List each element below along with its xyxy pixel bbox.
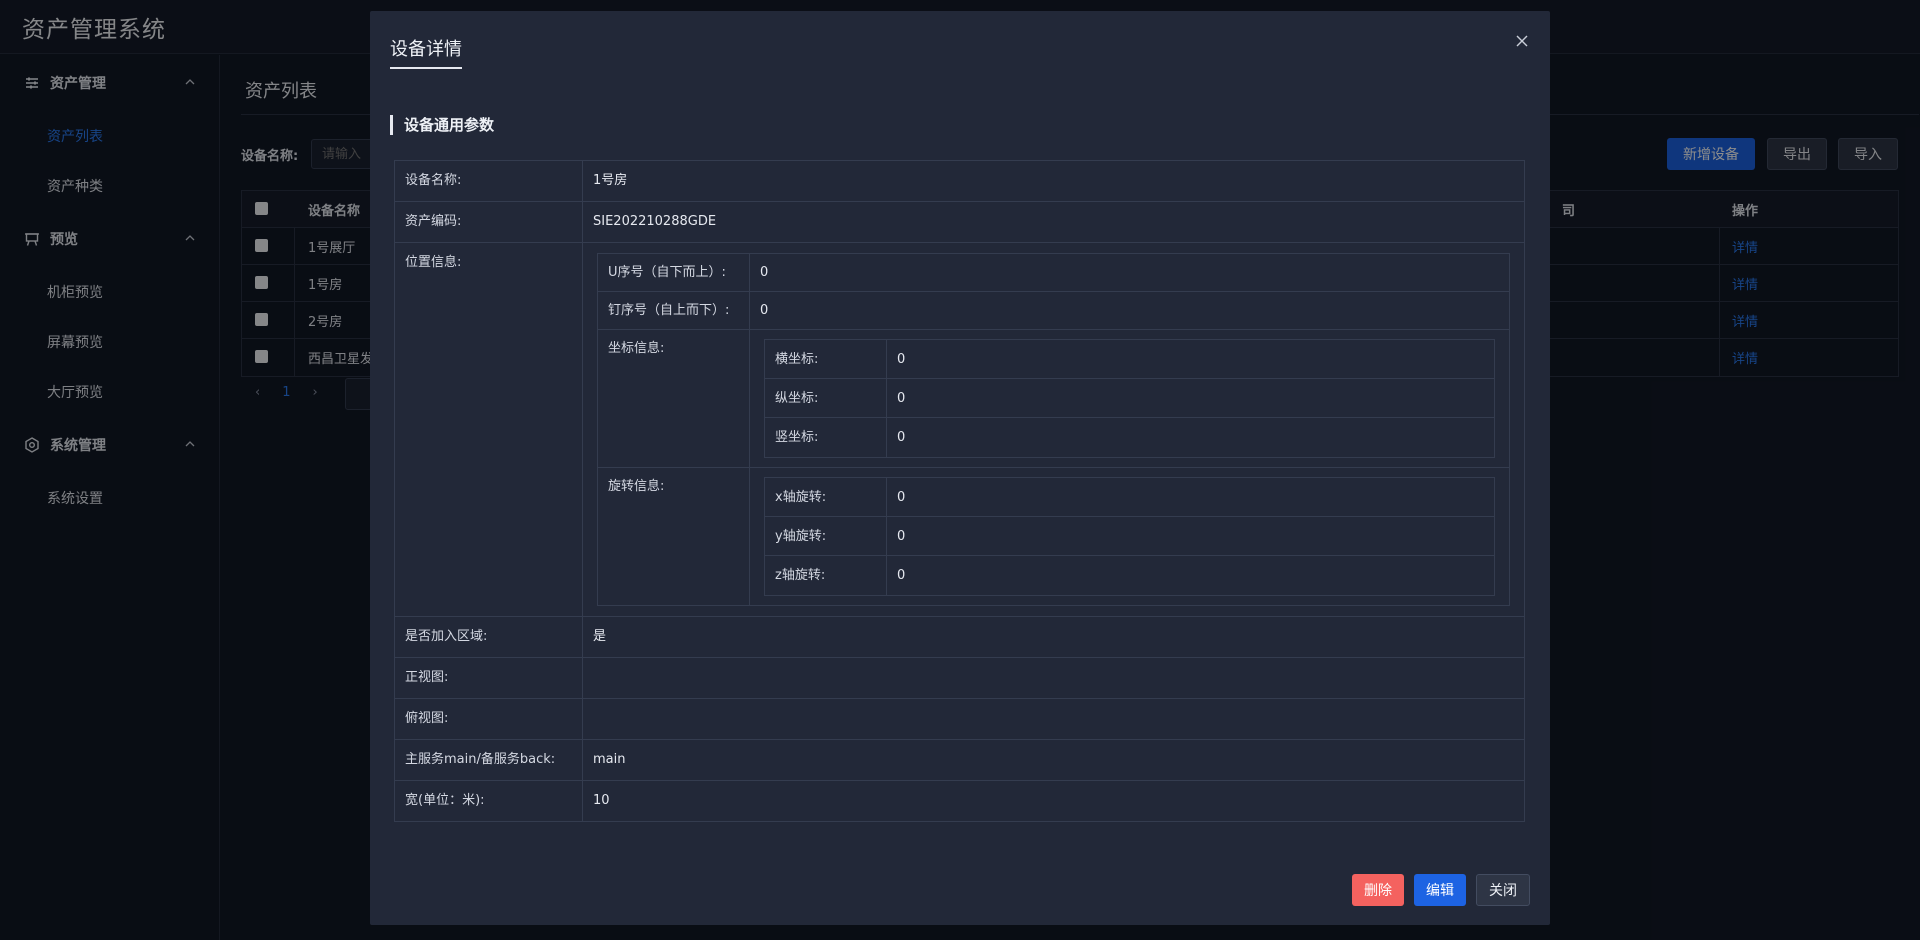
rotation-subtable: x轴旋转: 0 y轴旋转: 0 z轴旋转: 0 — [764, 477, 1495, 596]
rotation-details: x轴旋转: 0 y轴旋转: 0 z轴旋转: 0 — [750, 468, 1509, 605]
field-value: 0 — [897, 568, 906, 583]
coordinate-row: 竖坐标: 0 — [765, 418, 1494, 457]
field-label: U序号（自下而上）: — [598, 254, 750, 291]
field-label: z轴旋转: — [765, 556, 887, 595]
detail-row: 主服务main/备服务back: main — [395, 740, 1524, 781]
detail-row: 资产编码: SIE202210288GDE — [395, 202, 1524, 243]
detail-row: 是否加入区域: 是 — [395, 617, 1524, 658]
field-label: 旋转信息: — [598, 468, 750, 605]
field-label: 横坐标: — [765, 340, 887, 378]
field-value: 10 — [593, 793, 610, 808]
field-label: 设备名称: — [395, 161, 583, 201]
edit-button[interactable]: 编辑 — [1414, 874, 1466, 906]
field-value: SIE202210288GDE — [593, 214, 717, 229]
field-value: 0 — [897, 528, 906, 544]
field-value — [583, 658, 1524, 698]
field-label: 钉序号（自上而下）: — [598, 292, 750, 329]
field-value — [583, 699, 1524, 739]
section-heading: 设备通用参数 — [390, 115, 494, 135]
modal-title: 设备详情 — [390, 35, 462, 69]
rotation-row: x轴旋转: 0 — [765, 478, 1494, 517]
coordinate-row: 纵坐标: 0 — [765, 379, 1494, 418]
field-label: 资产编码: — [395, 202, 583, 242]
coordinate-row: 横坐标: 0 — [765, 340, 1494, 379]
field-label: x轴旋转: — [765, 478, 887, 516]
detail-row: 正视图: — [395, 658, 1524, 699]
field-label: 俯视图: — [395, 699, 583, 739]
subtable-row-rotation: 旋转信息: x轴旋转: 0 y轴旋转: 0 z轴旋转: 0 — [598, 468, 1509, 605]
field-label: y轴旋转: — [765, 517, 887, 555]
device-detail-table: 设备名称: 1号房 资产编码: SIE202210288GDE 位置信息: U序… — [394, 160, 1525, 822]
field-label: 位置信息: — [395, 243, 583, 616]
field-value: 0 — [897, 489, 906, 505]
field-label: 纵坐标: — [765, 379, 887, 417]
field-value: 0 — [760, 303, 769, 318]
field-value: 是 — [593, 629, 607, 644]
detail-row: 宽(单位：米): 10 — [395, 781, 1524, 821]
close-button[interactable]: 关闭 — [1476, 874, 1530, 906]
coordinates-subtable: 横坐标: 0 纵坐标: 0 竖坐标: 0 — [764, 339, 1495, 458]
field-value: 0 — [897, 390, 906, 406]
field-value: main — [593, 752, 626, 767]
field-label: 是否加入区域: — [395, 617, 583, 657]
subtable-row: 钉序号（自上而下）: 0 — [598, 292, 1509, 330]
device-detail-modal: 设备详情 设备通用参数 设备名称: 1号房 资产编码: SIE202210288… — [370, 11, 1550, 925]
detail-row: 俯视图: — [395, 699, 1524, 740]
field-label: 坐标信息: — [598, 330, 750, 467]
detail-row-position: 位置信息: U序号（自下而上）: 0 钉序号（自上而下）: 0 坐标信息: 横坐… — [395, 243, 1524, 617]
field-label: 宽(单位：米): — [395, 781, 583, 821]
field-label: 竖坐标: — [765, 418, 887, 457]
field-value: 0 — [897, 430, 906, 445]
coordinates-details: 横坐标: 0 纵坐标: 0 竖坐标: 0 — [750, 330, 1509, 467]
modal-footer: 删除 编辑 关闭 — [1352, 874, 1530, 906]
delete-button[interactable]: 删除 — [1352, 874, 1404, 906]
field-value: 1号房 — [593, 173, 628, 188]
close-icon[interactable] — [1514, 33, 1530, 49]
detail-row: 设备名称: 1号房 — [395, 161, 1524, 202]
rotation-row: z轴旋转: 0 — [765, 556, 1494, 595]
position-subtable: U序号（自下而上）: 0 钉序号（自上而下）: 0 坐标信息: 横坐标: 0 纵… — [597, 253, 1510, 606]
subtable-row: U序号（自下而上）: 0 — [598, 254, 1509, 292]
subtable-row-coordinates: 坐标信息: 横坐标: 0 纵坐标: 0 竖坐标: 0 — [598, 330, 1509, 468]
position-details: U序号（自下而上）: 0 钉序号（自上而下）: 0 坐标信息: 横坐标: 0 纵… — [583, 243, 1524, 616]
rotation-row: y轴旋转: 0 — [765, 517, 1494, 556]
field-label: 主服务main/备服务back: — [395, 740, 583, 780]
field-value: 0 — [760, 265, 769, 280]
field-value: 0 — [897, 351, 906, 367]
field-label: 正视图: — [395, 658, 583, 698]
